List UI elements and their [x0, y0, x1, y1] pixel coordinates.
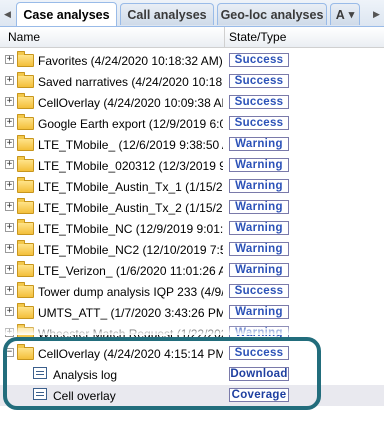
- status-badge: Warning: [229, 137, 289, 151]
- tree-row[interactable]: + Google Earth export (12/9/2019 6:04:00…: [0, 113, 384, 134]
- download-button[interactable]: Download: [229, 367, 289, 381]
- status-badge: Warning: [229, 242, 289, 256]
- row-name: LTE_TMobile_020312 (12/3/2019 9:12:00 AM…: [38, 159, 223, 173]
- folder-icon: [17, 177, 34, 193]
- tab-label: Call analyses: [127, 7, 207, 22]
- tree-row[interactable]: + LTE_TMobile_ (12/6/2019 9:38:50 AM) Wa…: [0, 134, 384, 155]
- status-badge: Success: [229, 74, 289, 88]
- tree-row[interactable]: + Wheester Match Request (1/22/2020) War…: [0, 323, 384, 337]
- tree-child-row[interactable]: Cell overlay Coverage: [0, 385, 384, 406]
- tree-row[interactable]: + LTE_TMobile_020312 (12/3/2019 9:12:00 …: [0, 155, 384, 176]
- expand-plus-icon[interactable]: +: [5, 97, 14, 106]
- status-badge: Warning: [229, 179, 289, 193]
- row-name: LTE_TMobile_Austin_Tx_2 (1/15/2020 4:00 …: [38, 201, 223, 215]
- tree-row[interactable]: + LTE_Verizon_ (1/6/2020 11:01:26 AM) Wa…: [0, 260, 384, 281]
- row-name: Google Earth export (12/9/2019 6:04:00 P…: [38, 117, 223, 131]
- row-name: UMTS_ATT_ (1/7/2020 3:43:26 PM): [38, 306, 223, 320]
- collapse-minus-icon[interactable]: −: [5, 348, 14, 357]
- folder-icon: [17, 198, 34, 214]
- folder-icon: [17, 72, 34, 88]
- folder-icon: [17, 303, 34, 319]
- row-name: Analysis log: [53, 368, 118, 382]
- row-name: CellOverlay (4/24/2020 10:09:38 AM): [38, 96, 223, 110]
- tab-label: Geo-loc analyses: [220, 7, 324, 22]
- status-badge: Warning: [229, 263, 289, 277]
- folder-icon: [17, 324, 34, 337]
- status-badge: Warning: [229, 158, 289, 172]
- expand-plus-icon[interactable]: +: [5, 139, 14, 148]
- tree-row[interactable]: + Tower dump analysis IQP 233 (4/9/2020)…: [0, 281, 384, 302]
- tree-row[interactable]: + LTE_TMobile_NC (12/9/2019 9:01:55 AM) …: [0, 218, 384, 239]
- status-badge: Success: [229, 284, 289, 298]
- column-state-type[interactable]: State/Type: [229, 30, 286, 44]
- tab-label: Case analyses: [23, 7, 110, 22]
- status-badge: Warning: [229, 326, 289, 337]
- coverage-button[interactable]: Coverage: [229, 388, 289, 402]
- tree-row[interactable]: + Saved narratives (4/24/2020 10:18:05 A…: [0, 71, 384, 92]
- expand-plus-icon[interactable]: +: [5, 223, 14, 232]
- tab-geo-loc-analyses[interactable]: Geo-loc analyses: [217, 3, 327, 25]
- row-name: Cell overlay: [53, 389, 116, 403]
- row-name: Favorites (4/24/2020 10:18:32 AM): [38, 54, 223, 68]
- expand-plus-icon[interactable]: +: [5, 328, 14, 337]
- column-name[interactable]: Name: [8, 30, 40, 44]
- status-badge: Warning: [229, 305, 289, 319]
- row-name: Wheester Match Request (1/22/2020): [38, 327, 223, 337]
- expand-plus-icon[interactable]: +: [5, 181, 14, 190]
- tree-row[interactable]: + LTE_TMobile_NC2 (12/10/2019 7:55:00 AM…: [0, 239, 384, 260]
- folder-icon: [17, 93, 34, 109]
- tree-row[interactable]: + LTE_TMobile_Austin_Tx_1 (1/15/2020 4:0…: [0, 176, 384, 197]
- tree-row-expanded[interactable]: − CellOverlay (4/24/2020 4:15:14 PM) Suc…: [0, 343, 384, 364]
- status-badge: Success: [229, 116, 289, 130]
- status-badge: Success: [229, 95, 289, 109]
- tab-case-analyses[interactable]: Case analyses: [16, 2, 117, 26]
- folder-icon: [17, 156, 34, 172]
- tab-overflow[interactable]: A ▾: [330, 3, 360, 25]
- folder-icon: [17, 114, 34, 130]
- expand-plus-icon[interactable]: +: [5, 202, 14, 211]
- status-badge: Warning: [229, 221, 289, 235]
- tree-row[interactable]: + CellOverlay (4/24/2020 10:09:38 AM) Su…: [0, 92, 384, 113]
- expand-plus-icon[interactable]: +: [5, 76, 14, 85]
- folder-open-icon: [17, 344, 34, 360]
- folder-icon: [17, 51, 34, 67]
- dropdown-icon: ▾: [348, 9, 355, 21]
- tree-row[interactable]: + Favorites (4/24/2020 10:18:32 AM) Succ…: [0, 50, 384, 71]
- folder-icon: [17, 282, 34, 298]
- folder-icon: [17, 135, 34, 151]
- document-icon: [33, 388, 47, 400]
- row-name: LTE_TMobile_NC (12/9/2019 9:01:55 AM): [38, 222, 223, 236]
- tab-scroll-left-icon[interactable]: ◀: [1, 6, 14, 22]
- status-badge: Success: [229, 346, 289, 360]
- expand-plus-icon[interactable]: +: [5, 265, 14, 274]
- row-name: Tower dump analysis IQP 233 (4/9/2020): [38, 285, 223, 299]
- column-divider[interactable]: [224, 27, 225, 47]
- expand-plus-icon[interactable]: +: [5, 118, 14, 127]
- row-name: CellOverlay (4/24/2020 4:15:14 PM): [38, 347, 223, 361]
- tree-row[interactable]: + LTE_TMobile_Austin_Tx_2 (1/15/2020 4:0…: [0, 197, 384, 218]
- tree-child-row[interactable]: Analysis log Download: [0, 364, 384, 385]
- row-name: Saved narratives (4/24/2020 10:18:05 AM): [38, 75, 223, 89]
- expand-plus-icon[interactable]: +: [5, 55, 14, 64]
- folder-icon: [17, 240, 34, 256]
- tab-label: A: [335, 7, 345, 22]
- tab-bar: ◀ Case analyses Call analyses Geo-loc an…: [0, 0, 384, 27]
- folder-icon: [17, 219, 34, 235]
- row-name: LTE_TMobile_NC2 (12/10/2019 7:55:00 AM): [38, 243, 223, 257]
- tab-scroll-right-icon[interactable]: ▶: [370, 6, 383, 22]
- document-icon: [33, 367, 47, 379]
- row-name: LTE_Verizon_ (1/6/2020 11:01:26 AM): [38, 264, 223, 278]
- row-name: LTE_TMobile_ (12/6/2019 9:38:50 AM): [38, 138, 223, 152]
- column-header: Name State/Type: [0, 27, 384, 48]
- row-name: LTE_TMobile_Austin_Tx_1 (1/15/2020 4:00 …: [38, 180, 223, 194]
- tree-row[interactable]: + UMTS_ATT_ (1/7/2020 3:43:26 PM) Warnin…: [0, 302, 384, 323]
- expand-plus-icon[interactable]: +: [5, 307, 14, 316]
- tab-call-analyses[interactable]: Call analyses: [120, 3, 214, 25]
- folder-icon: [17, 261, 34, 277]
- expand-plus-icon[interactable]: +: [5, 286, 14, 295]
- expand-plus-icon[interactable]: +: [5, 244, 14, 253]
- status-badge: Success: [229, 53, 289, 67]
- expand-plus-icon[interactable]: +: [5, 160, 14, 169]
- status-badge: Warning: [229, 200, 289, 214]
